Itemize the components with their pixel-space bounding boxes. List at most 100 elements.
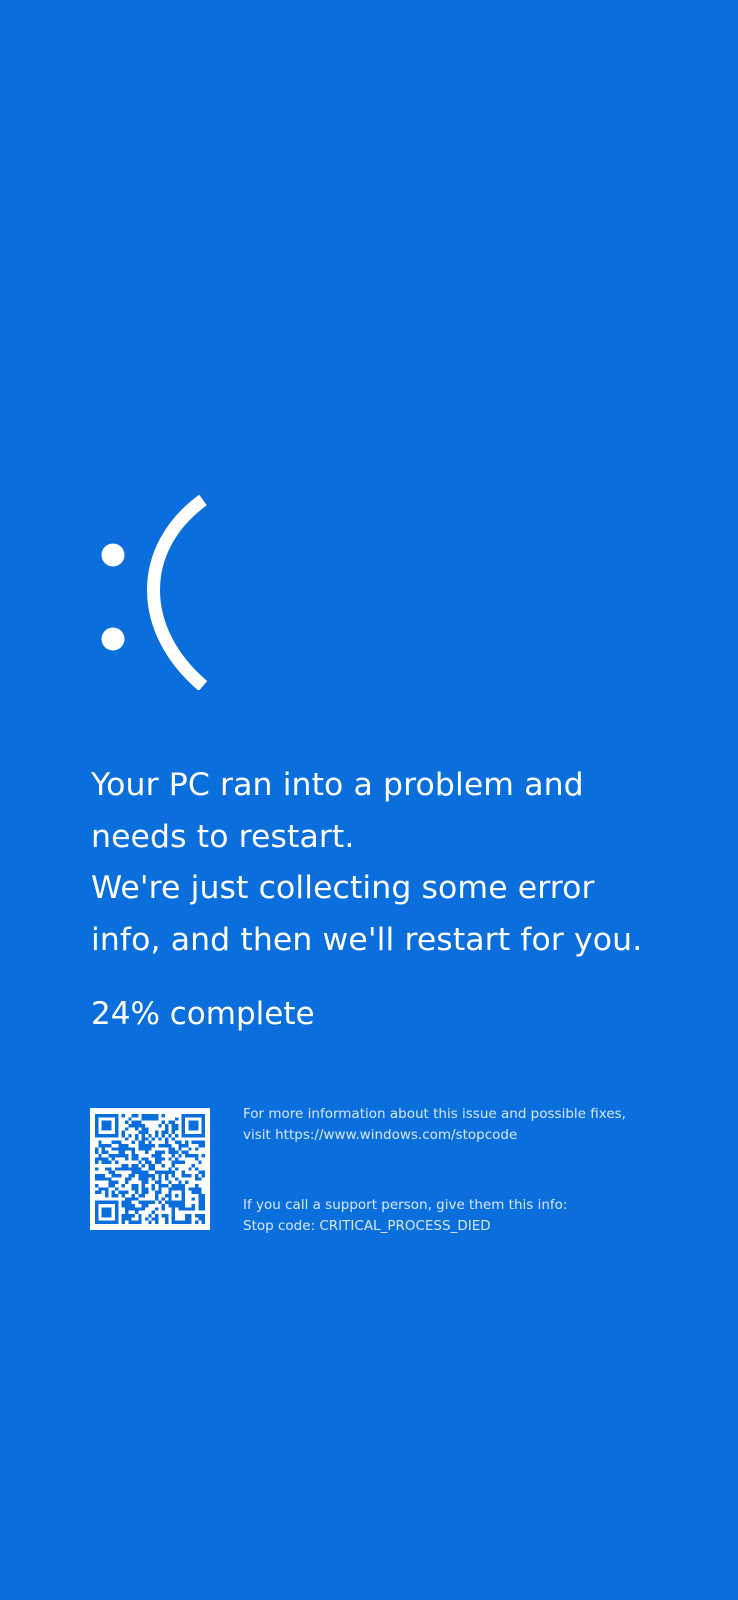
emoticon-lower-dot	[101, 627, 125, 651]
qr-module	[115, 1120, 119, 1124]
qr-module	[158, 1187, 162, 1191]
qr-module	[105, 1210, 109, 1214]
qr-module	[121, 1164, 125, 1168]
qr-module	[188, 1147, 192, 1151]
qr-module	[125, 1214, 129, 1218]
qr-module	[131, 1214, 135, 1218]
qr-module	[98, 1114, 102, 1118]
qr-module	[158, 1150, 162, 1154]
stop-code: Stop code: CRITICAL_PROCESS_DIED	[243, 1218, 491, 1234]
qr-module	[181, 1117, 185, 1121]
qr-module	[185, 1114, 189, 1118]
qr-module	[171, 1170, 175, 1174]
qr-module	[135, 1190, 139, 1194]
qr-module	[145, 1157, 149, 1161]
qr-module	[178, 1200, 182, 1204]
qr-module	[135, 1187, 139, 1191]
qr-module	[128, 1117, 132, 1121]
qr-module	[165, 1127, 169, 1131]
qr-module	[141, 1194, 145, 1198]
qr-module	[121, 1220, 125, 1224]
qr-module	[185, 1214, 189, 1218]
qr-module	[108, 1200, 112, 1204]
qr-module	[198, 1114, 202, 1118]
qr-module	[135, 1210, 139, 1214]
qr-module	[201, 1130, 205, 1134]
qr-module	[105, 1127, 109, 1131]
qr-module	[195, 1187, 199, 1191]
qr-module	[98, 1190, 102, 1194]
qr-module	[125, 1180, 129, 1184]
qr-module	[191, 1114, 195, 1118]
qr-module	[128, 1200, 132, 1204]
stopcode-link-text: visit https://www.windows.com/stopcode	[243, 1127, 518, 1143]
qr-module	[101, 1177, 105, 1181]
qr-module	[111, 1174, 115, 1178]
qr-module	[131, 1154, 135, 1158]
qr-module	[195, 1214, 199, 1218]
qr-module	[98, 1220, 102, 1224]
qr-module	[151, 1114, 155, 1118]
qr-module	[108, 1144, 112, 1148]
qr-module	[175, 1140, 179, 1144]
qr-module	[201, 1197, 205, 1201]
qr-module	[151, 1177, 155, 1181]
qr-module	[131, 1204, 135, 1208]
qr-module	[178, 1144, 182, 1148]
qr-module	[201, 1220, 205, 1224]
qr-module	[135, 1154, 139, 1158]
qr-module	[161, 1204, 165, 1208]
qr-module	[161, 1164, 165, 1168]
qr-module	[141, 1170, 145, 1174]
qr-module	[138, 1217, 142, 1221]
qr-module	[115, 1140, 119, 1144]
qr-module	[188, 1174, 192, 1178]
qr-module	[128, 1177, 132, 1181]
qr-module	[148, 1167, 152, 1171]
qr-module	[121, 1200, 125, 1204]
qr-module	[188, 1127, 192, 1131]
qr-module	[105, 1167, 109, 1171]
qr-module	[131, 1184, 135, 1188]
qr-module	[108, 1160, 112, 1164]
qr-module	[145, 1150, 149, 1154]
qr-module	[145, 1144, 149, 1148]
qr-module	[111, 1190, 115, 1194]
qr-module	[98, 1144, 102, 1148]
qr-module	[198, 1217, 202, 1221]
qr-module	[201, 1124, 205, 1128]
qr-module	[131, 1197, 135, 1201]
qr-module	[201, 1140, 205, 1144]
qr-module	[171, 1217, 175, 1221]
qr-module	[101, 1207, 105, 1211]
qr-module	[95, 1117, 99, 1121]
support-info-text: If you call a support person, give them …	[243, 1195, 567, 1237]
qr-module	[145, 1187, 149, 1191]
qr-module	[138, 1130, 142, 1134]
qr-module	[148, 1117, 152, 1121]
qr-module	[95, 1217, 99, 1221]
qr-module	[198, 1214, 202, 1218]
qr-module	[138, 1120, 142, 1124]
qr-module	[165, 1220, 169, 1224]
qr-module	[105, 1160, 109, 1164]
qr-module	[128, 1207, 132, 1211]
qr-module	[125, 1147, 129, 1151]
qr-module	[188, 1124, 192, 1128]
qr-module	[188, 1134, 192, 1138]
qr-module	[161, 1207, 165, 1211]
qr-module	[115, 1217, 119, 1221]
qr-module	[138, 1214, 142, 1218]
qr-module	[171, 1204, 175, 1208]
qr-module	[158, 1154, 162, 1158]
qr-module	[138, 1160, 142, 1164]
qr-module	[125, 1177, 129, 1181]
qr-module	[145, 1177, 149, 1181]
qr-module	[95, 1214, 99, 1218]
error-message-line-3: We're just collecting some error	[91, 870, 595, 906]
qr-module	[151, 1144, 155, 1148]
qr-module	[141, 1187, 145, 1191]
sad-face-emoticon	[94, 490, 214, 691]
qr-module	[138, 1144, 142, 1148]
qr-module	[168, 1190, 172, 1194]
